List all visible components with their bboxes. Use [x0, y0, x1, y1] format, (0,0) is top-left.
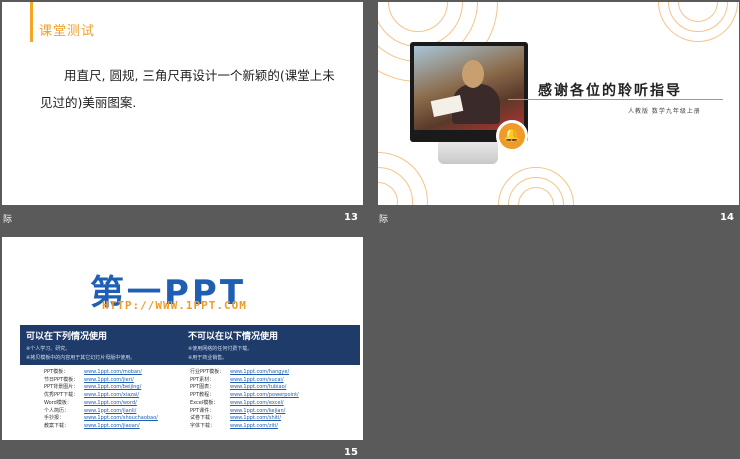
slide-14-thumbnail[interactable]: 🔔 感谢各位的聆听指导 人教版 数学九年级上册: [378, 2, 739, 205]
link-row[interactable]: PPT图表： www.1ppt.com/tubiao/: [190, 384, 299, 392]
left-link-list: PPT模板： www.1ppt.com/moban/ 节日PPT模板： www.1p…: [44, 369, 158, 431]
cannot-use-item: ※使用网络的任何付费下载。: [188, 346, 253, 352]
thanks-title: 感谢各位的聆听指导: [538, 83, 682, 99]
cannot-use-title: 不可以在以下情况使用: [188, 332, 279, 342]
slide-title: 课堂测试: [39, 24, 96, 39]
slide-15-thumbnail[interactable]: 第一PPT HTTP://WWW.1PPT.COM 可以在下列情况使用 ※个人学…: [2, 237, 363, 440]
bell-icon: 🔔: [496, 120, 528, 152]
can-use-item: ※拷贝模板中的内容用于其它幻灯片母版中使用。: [26, 355, 136, 361]
link-row[interactable]: 手抄报： www.1ppt.com/shouchaobao/: [44, 415, 158, 423]
can-use-column: 可以在下列情况使用 ※个人学习、研究。 ※拷贝模板中的内容用于其它幻灯片母版中使…: [26, 329, 135, 363]
link-row[interactable]: Word模板： www.1ppt.com/word/: [44, 400, 158, 408]
link-row[interactable]: Excel模板： www.1ppt.com/excel/: [190, 400, 299, 408]
slide-body-text: 用直尺, 圆规, 三角尺再设计一个新颖的(课堂上未见过的)美丽图案.: [40, 68, 335, 110]
title-divider: [508, 99, 723, 100]
link-row[interactable]: PPT教程： www.1ppt.com/powerpoint/: [190, 392, 299, 400]
brand-url: HTTP://WWW.1PPT.COM: [102, 299, 247, 312]
link-row[interactable]: PPT背景图片： www.1ppt.com/beijing/: [44, 384, 158, 392]
right-link-list: 行业PPT模板： www.1ppt.com/hangye/ PPT素材： www.1…: [190, 369, 299, 431]
link-row[interactable]: 行业PPT模板： www.1ppt.com/hangye/: [190, 369, 299, 377]
slide-13-corner-mark: 际: [3, 215, 13, 225]
slide-14-number: 14: [720, 212, 734, 223]
link-row[interactable]: 优秀PPT下载： www.1ppt.com/xiazai/: [44, 392, 158, 400]
cannot-use-item: ※用于商业销售。: [188, 355, 228, 361]
link-row[interactable]: PPT模板： www.1ppt.com/moban/: [44, 369, 158, 377]
link-row[interactable]: 教案下载： www.1ppt.com/jiaoan/: [44, 423, 158, 431]
can-use-title: 可以在下列情况使用: [26, 332, 108, 342]
link-row[interactable]: 试卷下载： www.1ppt.com/shiti/: [190, 415, 299, 423]
slide-13-thumbnail[interactable]: 课堂测试 用直尺, 圆规, 三角尺再设计一个新颖的(课堂上未见过的)美丽图案.: [2, 2, 363, 205]
slide-15-number: 15: [344, 447, 358, 458]
slide-13-number: 13: [344, 212, 358, 223]
cannot-use-column: 不可以在以下情况使用 ※使用网络的任何付费下载。 ※用于商业销售。: [188, 329, 278, 363]
thanks-subtitle: 人教版 数学九年级上册: [628, 108, 701, 115]
monitor-stand: [438, 142, 498, 164]
slide-14-corner-mark: 际: [379, 215, 389, 225]
link-row[interactable]: 字体下载： www.1ppt.com/ziti/: [190, 423, 299, 431]
title-accent-bar: [30, 2, 33, 42]
usage-band: 可以在下列情况使用 ※个人学习、研究。 ※拷贝模板中的内容用于其它幻灯片母版中使…: [20, 325, 360, 365]
can-use-item: ※个人学习、研究。: [26, 346, 71, 352]
